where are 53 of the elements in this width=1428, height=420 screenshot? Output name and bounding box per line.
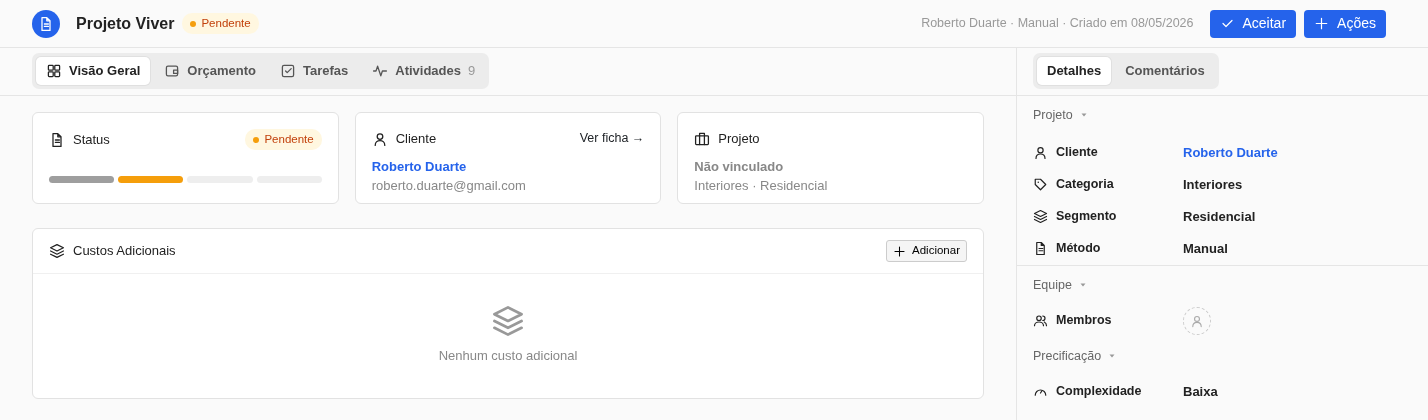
field-value: Baixa xyxy=(1183,382,1218,401)
view-profile-link[interactable]: Ver ficha → xyxy=(579,129,645,149)
card-title: Projeto xyxy=(718,130,760,148)
document-icon xyxy=(49,131,65,148)
document-icon xyxy=(32,9,60,38)
field-value: Manual xyxy=(1183,240,1228,258)
tag-icon xyxy=(1033,177,1048,193)
project-link-status: Não vinculado xyxy=(694,157,785,176)
field-label: Método xyxy=(1056,240,1101,258)
user-icon xyxy=(1033,145,1048,161)
client-email: roberto.duarte@gmail.com xyxy=(371,177,527,195)
field-value: Residencial xyxy=(1183,208,1256,226)
costs-title: Custos Adicionais xyxy=(73,242,176,261)
plus-icon xyxy=(893,244,907,258)
project-meta: Roberto Duarte · Manual · Criado em 08/05/2026 xyxy=(921,15,1194,33)
checkbox-icon xyxy=(279,62,296,79)
empty-message: Nenhum custo adicional xyxy=(438,347,578,365)
field-label: Complexidade xyxy=(1056,382,1142,400)
project-category: Interiores · Residencial xyxy=(694,177,829,195)
tab[interactable]: Orçamento xyxy=(154,57,266,85)
field-label: Cliente xyxy=(1056,144,1098,162)
field-label: Categoria xyxy=(1056,176,1114,194)
tab[interactable]: Visão Geral xyxy=(36,57,151,85)
accept-button[interactable]: Aceitar xyxy=(1209,9,1297,38)
tab[interactable]: Comentários xyxy=(1115,57,1215,85)
client-link[interactable]: Roberto Duarte xyxy=(1183,143,1278,163)
tab[interactable]: Detalhes xyxy=(1037,57,1112,85)
section-toggle[interactable]: Projeto xyxy=(1033,106,1089,125)
section-toggle[interactable]: Precificação xyxy=(1033,346,1118,366)
plus-icon xyxy=(1314,16,1330,31)
section-toggle[interactable]: Equipe xyxy=(1033,275,1088,295)
card-title: Cliente xyxy=(395,130,437,148)
field-label: Segmento xyxy=(1056,208,1117,226)
actions-button[interactable]: Ações xyxy=(1304,9,1386,38)
tab-count: 9 xyxy=(468,62,476,80)
field-label: Membros xyxy=(1056,312,1112,330)
status-badge: Pendente xyxy=(182,12,259,35)
tab[interactable]: Tarefas xyxy=(269,57,359,85)
layers-icon xyxy=(1033,209,1048,225)
users-icon xyxy=(1033,313,1048,328)
layers-icon xyxy=(491,304,525,338)
briefcase-icon xyxy=(694,130,711,147)
card-title: Status xyxy=(73,130,110,149)
user-icon xyxy=(1190,313,1204,328)
document-icon xyxy=(1033,241,1048,257)
add-button[interactable]: Adicionar xyxy=(886,240,967,262)
grid-icon xyxy=(46,62,62,79)
client-name[interactable]: Roberto Duarte xyxy=(371,156,645,176)
tab[interactable]: Atividades 9 xyxy=(362,57,486,85)
field-value: Interiores xyxy=(1183,176,1243,194)
status-badge: Pendente xyxy=(245,129,322,151)
layers-icon xyxy=(49,243,65,259)
project-title: Projeto Viver xyxy=(76,13,175,34)
